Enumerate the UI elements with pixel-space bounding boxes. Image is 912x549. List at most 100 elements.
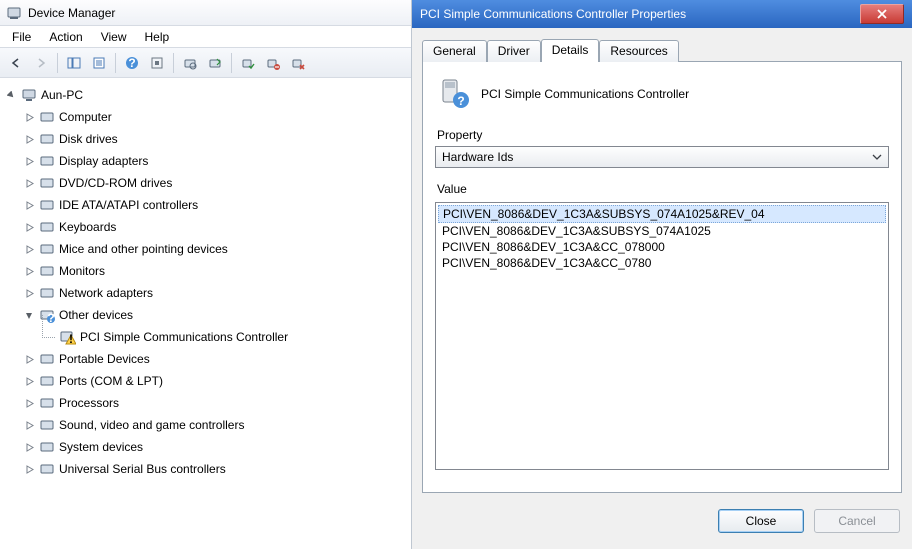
properties-button[interactable] [87,51,111,75]
device-category-icon [39,241,55,257]
properties-dialog: PCI Simple Communications Controller Pro… [412,0,912,549]
device-category-icon [39,461,55,477]
device-tree[interactable]: Aun-PC Computer Disk drives Display adap… [0,78,411,549]
expander-icon[interactable] [6,90,17,101]
tree-node[interactable]: Keyboards [4,216,407,238]
properties-title-text: PCI Simple Communications Controller Pro… [420,7,686,21]
expander-icon[interactable] [24,398,35,409]
tree-node[interactable]: Network adapters [4,282,407,304]
device-category-icon [39,131,55,147]
unknown-device-warn-icon: ! [60,329,76,345]
tree-node-label: DVD/CD-ROM drives [59,176,172,190]
tree-node[interactable]: System devices [4,436,407,458]
device-category-icon [39,197,55,213]
toolbar: ? [0,48,411,78]
tab-driver[interactable]: Driver [487,40,541,62]
nav-forward-button[interactable] [29,51,53,75]
expander-icon[interactable] [24,442,35,453]
device-category-icon [39,373,55,389]
scan-hardware-button[interactable] [178,51,202,75]
action-button[interactable] [145,51,169,75]
update-driver-button[interactable] [203,51,227,75]
expander-icon[interactable] [24,222,35,233]
tree-node[interactable]: Ports (COM & LPT) [4,370,407,392]
tree-node-label: Other devices [59,308,133,322]
property-label: Property [437,128,889,142]
device-manager-window: Device Manager File Action View Help ? [0,0,412,549]
expander-icon[interactable] [24,244,35,255]
disable-device-button[interactable] [261,51,285,75]
expander-icon[interactable] [24,156,35,167]
device-category-icon [39,175,55,191]
device-category-icon [39,219,55,235]
tab-body-details: ? PCI Simple Communications Controller P… [422,61,902,493]
expander-icon[interactable] [24,266,35,277]
device-category-icon [39,153,55,169]
menu-action[interactable]: Action [41,28,90,46]
tree-node[interactable]: Display adapters [4,150,407,172]
device-name-text: PCI Simple Communications Controller [481,87,689,101]
help-button[interactable]: ? [120,51,144,75]
tree-node[interactable]: Sound, video and game controllers [4,414,407,436]
expander-icon[interactable] [24,134,35,145]
tree-node-label: Processors [59,396,119,410]
dialog-button-row: Close Cancel [412,499,912,543]
value-item[interactable]: PCI\VEN_8086&DEV_1C3A&CC_0780 [438,255,886,271]
tree-node-label: Universal Serial Bus controllers [59,462,226,476]
tree-root[interactable]: Aun-PC [4,84,407,106]
show-hide-tree-button[interactable] [62,51,86,75]
svg-text:!: ! [69,332,73,345]
tree-node[interactable]: Disk drives [4,128,407,150]
expander-icon[interactable] [24,112,35,123]
tree-node[interactable]: Monitors [4,260,407,282]
dm-titlebar: Device Manager [0,0,411,26]
tree-node[interactable]: Portable Devices [4,348,407,370]
value-item[interactable]: PCI\VEN_8086&DEV_1C3A&SUBSYS_074A1025 [438,223,886,239]
device-category-icon [39,285,55,301]
tree-node[interactable]: ? Other devices [4,304,407,326]
value-item[interactable]: PCI\VEN_8086&DEV_1C3A&CC_078000 [438,239,886,255]
expander-icon[interactable] [24,376,35,387]
tree-node[interactable]: Universal Serial Bus controllers [4,458,407,480]
tree-node-label: System devices [59,440,143,454]
tree-child-label: PCI Simple Communications Controller [80,330,288,344]
value-listbox[interactable]: PCI\VEN_8086&DEV_1C3A&SUBSYS_074A1025&RE… [435,202,889,470]
tree-node[interactable]: Mice and other pointing devices [4,238,407,260]
tree-node-label: Keyboards [59,220,116,234]
uninstall-device-button[interactable] [286,51,310,75]
property-select-value: Hardware Ids [442,150,513,164]
tree-node-label: Portable Devices [59,352,150,366]
value-item[interactable]: PCI\VEN_8086&DEV_1C3A&SUBSYS_074A1025&RE… [438,205,886,223]
cancel-button: Cancel [814,509,900,533]
tree-child-node[interactable]: ! PCI Simple Communications Controller [4,326,407,348]
property-select[interactable]: Hardware Ids [435,146,889,168]
tree-node[interactable]: DVD/CD-ROM drives [4,172,407,194]
tab-strip: General Driver Details Resources [422,38,902,61]
device-category-icon [39,417,55,433]
nav-back-button[interactable] [4,51,28,75]
tree-node[interactable]: Computer [4,106,407,128]
tree-node[interactable]: Processors [4,392,407,414]
tree-root-label: Aun-PC [41,88,83,102]
close-button[interactable]: Close [718,509,804,533]
menu-help[interactable]: Help [137,28,178,46]
expander-icon[interactable] [24,310,35,321]
enable-device-button[interactable] [236,51,260,75]
expander-icon[interactable] [24,288,35,299]
expander-icon[interactable] [24,354,35,365]
tab-details[interactable]: Details [541,39,600,62]
menu-file[interactable]: File [4,28,39,46]
tab-general[interactable]: General [422,40,487,62]
expander-icon[interactable] [24,200,35,211]
expander-icon[interactable] [24,420,35,431]
tree-node-label: IDE ATA/ATAPI controllers [59,198,198,212]
tab-resources[interactable]: Resources [599,40,678,62]
expander-icon[interactable] [24,178,35,189]
titlebar-close-button[interactable] [860,4,904,24]
expander-icon[interactable] [24,464,35,475]
tree-node-label: Network adapters [59,286,153,300]
menu-view[interactable]: View [93,28,135,46]
device-category-icon [39,351,55,367]
properties-titlebar[interactable]: PCI Simple Communications Controller Pro… [412,0,912,28]
tree-node[interactable]: IDE ATA/ATAPI controllers [4,194,407,216]
